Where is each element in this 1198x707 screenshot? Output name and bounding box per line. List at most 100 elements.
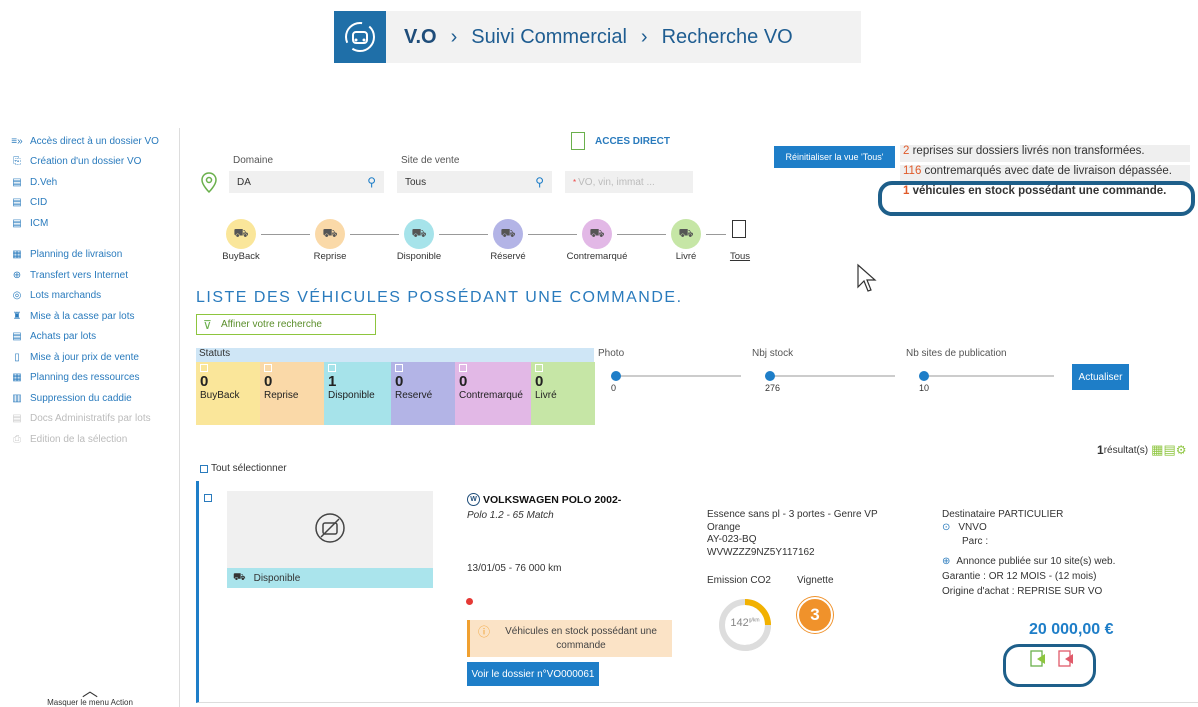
sidebar-item-label: Edition de la sélection — [30, 433, 128, 445]
step-label[interactable]: Contremarqué — [562, 251, 632, 262]
hide-menu-toggle[interactable]: ︿ Masquer le menu Action — [0, 684, 180, 707]
scrap-icon: ♜ — [12, 310, 22, 322]
car-icon[interactable]: ⛟ — [226, 219, 256, 249]
slider-label: Photo — [598, 348, 625, 359]
breadcrumb-root[interactable]: V.O — [404, 26, 437, 49]
vehicle-subtitle: Polo 1.2 - 65 Match — [467, 510, 554, 521]
step-connector — [617, 234, 666, 235]
reset-view-button[interactable]: Réinitialiser la vue 'Tous' — [774, 146, 895, 168]
doc-icon: ▤ — [12, 176, 22, 188]
statut-box[interactable]: 0 BuyBack — [196, 362, 260, 425]
vo-search-input[interactable]: * VO, vin, immat ... — [565, 171, 693, 193]
step-label[interactable]: Reprise — [295, 251, 365, 262]
sidebar-item[interactable]: ▤ Achats par lots — [0, 327, 179, 348]
view-dossier-button[interactable]: Voir le dossier n°VO000061 — [467, 662, 599, 686]
sidebar-item[interactable]: ⊕ Transfert vers Internet — [0, 265, 179, 286]
statut-label: Reprise — [264, 390, 299, 401]
sidebar-item-label: Transfert vers Internet — [30, 269, 128, 281]
statut-box[interactable]: 0 Livré — [531, 362, 595, 425]
refine-search-button[interactable]: ⊽ Affiner votre recherche — [196, 314, 376, 335]
car-icon[interactable]: ⛟ — [493, 219, 523, 249]
actualiser-button[interactable]: Actualiser — [1072, 364, 1129, 390]
statut-checkbox[interactable] — [395, 364, 403, 372]
statut-box[interactable]: 0 Contremarqué — [455, 362, 531, 425]
step-label[interactable]: Disponible — [384, 251, 454, 262]
select-all[interactable]: Tout sélectionner — [200, 463, 287, 474]
sidebar-item[interactable]: ▦ Planning des ressources — [0, 368, 179, 389]
slider-knob[interactable] — [919, 371, 929, 381]
sidebar-item[interactable]: ▤ ICM — [0, 213, 179, 234]
vehicle-specs: Essence sans pl - 3 portes - Genre VP Ora… — [707, 509, 878, 559]
domaine-label: Domaine — [233, 155, 274, 166]
highlight-outline — [878, 181, 1195, 216]
sidebar-item[interactable]: ◎ Lots marchands — [0, 286, 179, 307]
statut-box[interactable]: 0 Reprise — [260, 362, 324, 425]
destinataire: Destinataire PARTICULIER — [942, 509, 1064, 520]
sidebar-item[interactable]: ▯ Mise à jour prix de vente — [0, 347, 179, 368]
vehicle-checkbox[interactable] — [204, 494, 212, 502]
alert-contremarques[interactable]: 116 contremarqués avec date de livraison… — [900, 165, 1190, 182]
breadcrumb-level2: Recherche VO — [661, 25, 793, 48]
step-label[interactable]: Tous — [705, 251, 775, 262]
slider-value: 10 — [919, 383, 930, 393]
sidebar-item[interactable]: ▥ Suppression du caddie — [0, 388, 179, 409]
settings-icon[interactable]: ⚙ — [1176, 443, 1187, 457]
calendar-icon: ▦ — [12, 249, 22, 261]
statut-label: Livré — [535, 390, 557, 401]
site-select[interactable]: Tous ⚲ — [397, 171, 552, 193]
arrow-list-icon: ≡» — [11, 135, 23, 147]
calendar-icon: ▦ — [12, 372, 22, 384]
statut-label: Reservé — [395, 390, 433, 401]
sidebar-item[interactable]: ⎘ Création d'un dossier VO — [0, 152, 179, 173]
slider-knob[interactable] — [765, 371, 775, 381]
step-label[interactable]: Réservé — [473, 251, 543, 262]
select-all-checkbox[interactable] — [200, 464, 208, 473]
statut-box[interactable]: 1 Disponible — [324, 362, 391, 425]
range-slider[interactable] — [765, 371, 895, 381]
action-sidebar: ≡» Accès direct à un dossier VO ⎘ Création … — [0, 128, 180, 707]
slider-knob[interactable] — [611, 371, 621, 381]
breadcrumb-level1[interactable]: Suivi Commercial — [471, 26, 627, 49]
sidebar-item[interactable]: ▤ D.Veh — [0, 172, 179, 193]
alert-reprises[interactable]: 2 reprises sur dossiers livrés non trans… — [900, 145, 1190, 162]
result-count: 1 résultat(s) ▦ ▤ ⚙ — [1097, 442, 1187, 458]
list-view-icon[interactable]: ▤ — [1163, 442, 1175, 458]
sidebar-item-label: Lots marchands — [30, 290, 102, 302]
statut-checkbox[interactable] — [459, 364, 467, 372]
statut-count: 0 — [395, 373, 404, 390]
sidebar-item-label: Planning de livraison — [30, 249, 123, 261]
calculator-icon — [571, 132, 585, 150]
statut-checkbox[interactable] — [200, 364, 208, 372]
co2-label: Emission CO2 — [707, 575, 771, 586]
statut-count: 0 — [264, 373, 273, 390]
sidebar-item[interactable]: ≡» Accès direct à un dossier VO — [0, 131, 179, 152]
slider-label: Nbj stock — [752, 348, 794, 359]
domaine-select[interactable]: DA ⚲ — [229, 171, 384, 193]
car-icon[interactable]: ⛟ — [582, 219, 612, 249]
co2-unit: g/km — [748, 617, 760, 624]
list-icon[interactable] — [732, 220, 746, 238]
acces-direct[interactable]: ACCES DIRECT — [571, 132, 670, 150]
car-icon[interactable]: ⛟ — [404, 219, 434, 249]
sidebar-item[interactable]: ▦ Planning de livraison — [0, 245, 179, 266]
statut-checkbox[interactable] — [328, 364, 336, 372]
annonce-row: ⊕ Annonce publiée sur 10 site(s) web. — [942, 556, 1115, 569]
step-label[interactable]: BuyBack — [206, 251, 276, 262]
sidebar-item[interactable]: ▤ CID — [0, 193, 179, 214]
location-pin-icon: ⊙ — [942, 522, 951, 533]
statut-box[interactable]: 0 Reservé — [391, 362, 455, 425]
sidebar-item-label: D.Veh — [30, 176, 58, 188]
statut-checkbox[interactable] — [264, 364, 272, 372]
co2-value: 142 — [730, 617, 749, 629]
no-photo-icon — [314, 512, 346, 547]
car-icon[interactable]: ⛟ — [671, 219, 701, 249]
sidebar-item[interactable]: ♜ Mise à la casse par lots — [0, 306, 179, 327]
sidebar-item-label: Planning des ressources — [30, 372, 140, 384]
car-icon[interactable]: ⛟ — [315, 219, 345, 249]
grid-view-icon[interactable]: ▦ — [1151, 442, 1163, 458]
coins-icon: ◎ — [12, 290, 22, 302]
doc-icon: ▤ — [12, 413, 22, 425]
range-slider[interactable] — [919, 371, 1054, 381]
statut-checkbox[interactable] — [535, 364, 543, 372]
range-slider[interactable] — [611, 371, 741, 381]
